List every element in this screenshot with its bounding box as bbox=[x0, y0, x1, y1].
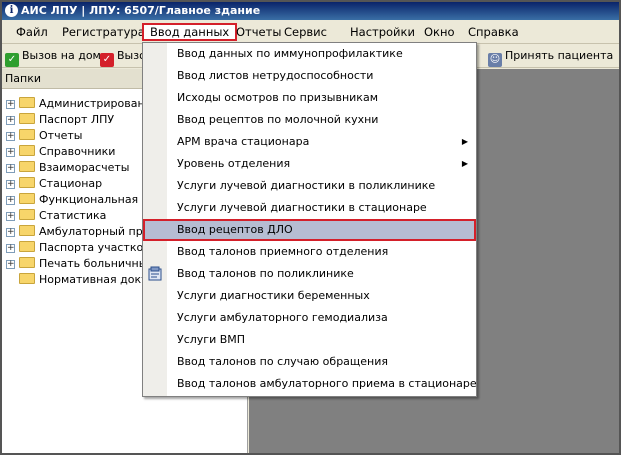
tree-item-outpatient[interactable]: + Амбулаторный прие bbox=[6, 224, 157, 240]
checkmark-icon: ✓ bbox=[5, 53, 19, 67]
window-title: АИС ЛПУ | ЛПУ: 6507/Главное здание bbox=[21, 4, 261, 17]
menu-data-entry[interactable]: Ввод данных bbox=[142, 23, 238, 41]
expand-icon[interactable]: + bbox=[6, 244, 15, 253]
tree-item-label: Взаиморасчеты bbox=[39, 161, 130, 174]
accept-patient-button[interactable]: ☺ Принять пациента bbox=[488, 47, 614, 67]
tree-item-label: Паспорт ЛПУ bbox=[39, 113, 115, 126]
expand-icon[interactable]: + bbox=[6, 212, 15, 221]
menu-item-sick-leave[interactable]: Ввод листов нетрудоспособности bbox=[143, 65, 476, 87]
tree-item-hospital[interactable]: + Стационар bbox=[6, 176, 102, 192]
submenu-arrow-icon: ▶ bbox=[461, 159, 468, 168]
menu-item-radiology-hospital[interactable]: Услуги лучевой диагностики в стационаре bbox=[143, 197, 476, 219]
menu-registry[interactable]: Регистратура bbox=[56, 23, 151, 41]
menu-item-dairy-kitchen[interactable]: Ввод рецептов по молочной кухни bbox=[143, 109, 476, 131]
accept-patient-label: Принять пациента bbox=[505, 49, 614, 62]
tree-item-label: Справочники bbox=[39, 145, 116, 158]
tree-item-administration[interactable]: + Администрирование bbox=[6, 96, 159, 112]
menu-item-case-tickets[interactable]: Ввод талонов по случаю обращения bbox=[143, 351, 476, 373]
folder-icon bbox=[19, 161, 35, 172]
menu-item-clinic-tickets[interactable]: Ввод талонов по поликлинике bbox=[143, 263, 476, 285]
expand-icon[interactable]: + bbox=[6, 164, 15, 173]
folder-icon bbox=[19, 241, 35, 252]
expand-icon[interactable]: + bbox=[6, 116, 15, 125]
folder-icon bbox=[19, 113, 35, 124]
expand-icon[interactable]: + bbox=[6, 148, 15, 157]
tree-item-district-passports[interactable]: + Паспорта участков bbox=[6, 240, 150, 256]
menu-window[interactable]: Окно bbox=[418, 23, 461, 41]
checkmark-red-icon: ✓ bbox=[100, 53, 114, 67]
expand-icon[interactable]: + bbox=[6, 260, 15, 269]
menu-item-department-level[interactable]: Уровень отделения ▶ bbox=[143, 153, 476, 175]
menu-item-hemodialysis[interactable]: Услуги амбулаторного гемодиализа bbox=[143, 307, 476, 329]
menu-item-dlo-prescriptions[interactable]: Ввод рецептов ДЛО bbox=[143, 219, 476, 241]
tree-item-label: Функциональная ди bbox=[39, 193, 157, 206]
tree-item-label: Нормативная докум bbox=[39, 273, 156, 286]
tree-item-label: Отчеты bbox=[39, 129, 83, 142]
expand-icon[interactable]: + bbox=[6, 100, 15, 109]
tree-item-functional-diag[interactable]: + Функциональная ди bbox=[6, 192, 156, 208]
tree-item-settlements[interactable]: + Взаиморасчеты bbox=[6, 160, 129, 176]
title-bar: i АИС ЛПУ | ЛПУ: 6507/Главное здание bbox=[2, 2, 619, 20]
tree-item-label: Статистика bbox=[39, 209, 107, 222]
patient-icon: ☺ bbox=[488, 53, 502, 67]
folder-icon bbox=[19, 193, 35, 204]
tree-item-label: Стационар bbox=[39, 177, 103, 190]
folder-icon bbox=[19, 209, 35, 220]
clinic-tickets-icon bbox=[148, 266, 162, 281]
tree-item-label: Администрирование bbox=[39, 97, 159, 110]
menu-settings[interactable]: Настройки bbox=[344, 23, 421, 41]
menu-item-label: АРМ врача стационара bbox=[177, 135, 310, 148]
tree-item-reports[interactable]: + Отчеты bbox=[6, 128, 82, 144]
submenu-arrow-icon: ▶ bbox=[461, 137, 468, 146]
tree-item-label: Паспорта участков bbox=[39, 241, 150, 254]
menu-item-outpatient-in-hospital[interactable]: Ввод талонов амбулаторного приема в стац… bbox=[143, 373, 477, 395]
home-call-button[interactable]: ✓ Вызов на дом bbox=[5, 47, 101, 67]
home-call-label: Вызов на дом bbox=[22, 49, 101, 62]
menu-help[interactable]: Справка bbox=[462, 23, 525, 41]
folder-icon bbox=[19, 129, 35, 140]
menu-file[interactable]: Файл bbox=[10, 23, 54, 41]
menu-item-immunization[interactable]: Ввод данных по иммунопрофилактике bbox=[143, 43, 476, 65]
menu-service[interactable]: Сервис bbox=[278, 23, 333, 41]
tree-item-lpu-passport[interactable]: + Паспорт ЛПУ bbox=[6, 112, 114, 128]
expand-icon[interactable]: + bbox=[6, 180, 15, 189]
folder-icon bbox=[19, 225, 35, 236]
app-window: i АИС ЛПУ | ЛПУ: 6507/Главное здание Фай… bbox=[0, 0, 621, 455]
tree-item-statistics[interactable]: + Статистика bbox=[6, 208, 106, 224]
tree-line-icon bbox=[6, 277, 15, 286]
menu-bar: Файл Регистратура Ввод данных Отчеты Сер… bbox=[2, 20, 619, 44]
folder-icon bbox=[19, 257, 35, 268]
second-call-button[interactable]: ✓ Вызо bbox=[100, 47, 146, 67]
menu-item-vmp[interactable]: Услуги ВМП bbox=[143, 329, 476, 351]
folder-icon bbox=[19, 97, 35, 108]
expand-icon[interactable]: + bbox=[6, 132, 15, 141]
menu-item-label: Уровень отделения bbox=[177, 157, 291, 170]
tree-item-normative-docs[interactable]: Нормативная докум bbox=[6, 272, 156, 288]
folder-icon bbox=[19, 273, 35, 284]
menu-item-pregnancy-diag[interactable]: Услуги диагностики беременных bbox=[143, 285, 476, 307]
expand-icon[interactable]: + bbox=[6, 228, 15, 237]
data-entry-dropdown: Ввод данных по иммунопрофилактике Ввод л… bbox=[142, 42, 477, 397]
tree-item-label: Печать больничных bbox=[39, 257, 154, 270]
tree-item-directories[interactable]: + Справочники bbox=[6, 144, 115, 160]
tree-item-sick-leave-print[interactable]: + Печать больничных bbox=[6, 256, 154, 272]
menu-item-hospital-arm[interactable]: АРМ врача стационара ▶ bbox=[143, 131, 476, 153]
folder-icon bbox=[19, 177, 35, 188]
menu-item-conscript-outcomes[interactable]: Исходы осмотров по призывникам bbox=[143, 87, 476, 109]
expand-icon[interactable]: + bbox=[6, 196, 15, 205]
tree-item-label: Амбулаторный прие bbox=[39, 225, 157, 238]
folder-icon bbox=[19, 145, 35, 156]
menu-item-label: Ввод талонов по поликлинике bbox=[177, 267, 354, 280]
app-info-icon: i bbox=[5, 4, 18, 17]
menu-item-admission-tickets[interactable]: Ввод талонов приемного отделения bbox=[143, 241, 476, 263]
menu-item-radiology-clinic[interactable]: Услуги лучевой диагностики в поликлинике bbox=[143, 175, 476, 197]
